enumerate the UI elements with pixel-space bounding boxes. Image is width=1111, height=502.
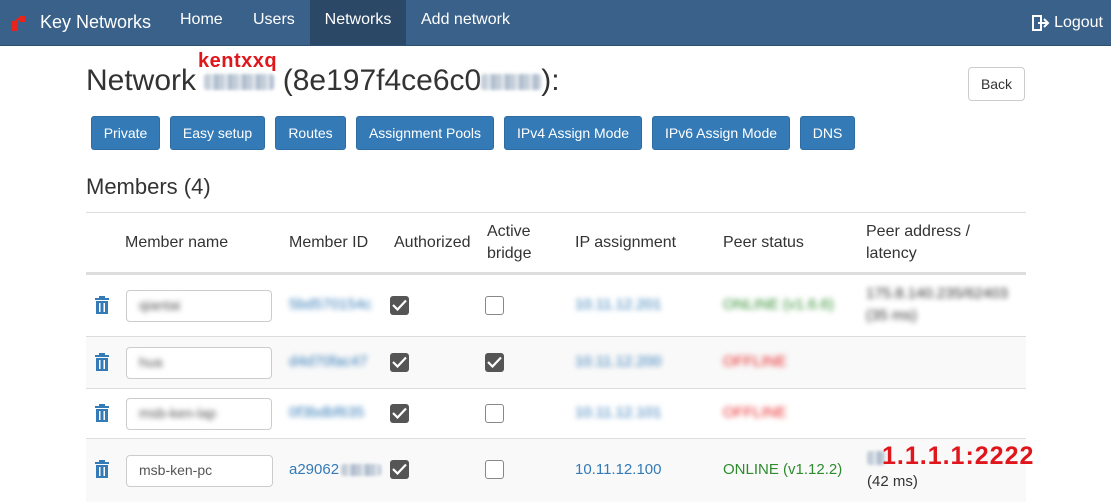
col-member-id: Member ID [289, 234, 369, 251]
trash-icon[interactable] [94, 460, 110, 478]
back-button[interactable]: Back [968, 67, 1025, 101]
peer-latency: (42 ms) [867, 473, 918, 490]
active-bridge-checkbox[interactable] [485, 460, 504, 479]
col-authorized: Authorized [394, 234, 471, 251]
routes-button[interactable]: Routes [275, 116, 346, 150]
member-name-input[interactable]: hua [126, 347, 272, 379]
peer-address: 175.8.140.235/62403 [866, 285, 1008, 302]
private-button[interactable]: Private [91, 116, 160, 150]
member-name-value: msb-ken-pc [139, 462, 213, 478]
overlay-name-annotation: kentxxq [198, 50, 278, 72]
checkmark-icon [392, 356, 407, 368]
trash-icon[interactable] [94, 353, 110, 371]
peer-status: ONLINE (v1.6.6) [723, 296, 834, 313]
col-active-bridge-2: bridge [487, 245, 532, 262]
checkmark-icon [392, 299, 407, 311]
overlay-address-annotation: 1.1.1.1:2222 [882, 442, 1035, 470]
ip-assignment-link[interactable]: 10.11.12.201 [575, 296, 661, 313]
logout-icon [1032, 14, 1050, 31]
nav-home[interactable]: Home [166, 0, 237, 45]
checkmark-icon [392, 463, 407, 475]
col-peer-address-1: Peer address / [866, 223, 971, 240]
checkmark-icon [487, 356, 502, 368]
ipv6-assign-mode-button[interactable]: IPv6 Assign Mode [652, 116, 790, 150]
easy-setup-button[interactable]: Easy setup [170, 116, 265, 150]
member-id-link[interactable]: 0f3bdbf635 [289, 404, 364, 421]
top-navbar: Key Networks Home Users Networks Add net… [0, 0, 1111, 46]
ip-assignment-link[interactable]: 10.11.12.200 [575, 353, 661, 370]
authorized-checkbox[interactable] [390, 404, 409, 423]
title-network-id: (8e197f4ce6c0 [282, 64, 482, 97]
col-ip-assignment: IP assignment [575, 234, 677, 251]
ip-assignment-link[interactable]: 10.11.12.101 [575, 404, 661, 421]
table-row: msb-ken-lap 0f3bdbf635 10.11.12.101 OFFL… [86, 388, 1026, 438]
peer-status: ONLINE (v1.12.2) [723, 461, 843, 478]
member-name-value: qiantai [139, 297, 181, 313]
trash-icon[interactable] [94, 296, 110, 314]
members-heading: Members (4) [86, 174, 211, 199]
logout-link[interactable]: Logout [1032, 0, 1103, 45]
authorized-checkbox[interactable] [390, 353, 409, 372]
member-name-input[interactable]: qiantai [126, 290, 272, 322]
assignment-pools-button[interactable]: Assignment Pools [356, 116, 494, 150]
title-suffix: ): [541, 64, 560, 97]
member-name-input[interactable]: msb-ken-pc [126, 455, 273, 487]
active-bridge-checkbox[interactable] [485, 296, 504, 315]
brand-label: Key Networks [40, 12, 152, 32]
redacted-id [341, 464, 382, 477]
title-prefix: Network [86, 64, 197, 97]
redacted-network-name [204, 74, 275, 91]
member-id-value: a29062 [289, 461, 340, 478]
active-bridge-checkbox[interactable] [485, 404, 504, 423]
table-row: hua d4d70fac47 10.11.12.200 OFFLINE [86, 336, 1026, 388]
peer-status: OFFLINE [723, 404, 787, 421]
redacted-id-suffix [481, 74, 542, 91]
trash-icon[interactable] [94, 404, 110, 422]
nav-users[interactable]: Users [239, 0, 309, 45]
peer-status: OFFLINE [723, 353, 787, 370]
peer-latency: (35 ms) [866, 307, 917, 324]
col-member-name: Member name [125, 234, 229, 251]
col-peer-address-2: latency [866, 245, 917, 262]
authorized-checkbox[interactable] [390, 460, 409, 479]
nav-networks[interactable]: Networks [310, 0, 406, 45]
member-name-value: hua [139, 354, 163, 370]
ip-assignment-link[interactable]: 10.11.12.100 [575, 461, 661, 478]
logo-icon [12, 15, 25, 31]
col-peer-status: Peer status [723, 234, 804, 251]
active-bridge-checkbox[interactable] [485, 353, 504, 372]
brand[interactable]: Key Networks [10, 0, 151, 45]
ipv4-assign-mode-button[interactable]: IPv4 Assign Mode [504, 116, 642, 150]
member-id-link[interactable]: a29062 [289, 461, 382, 478]
nav-add-network[interactable]: Add network [407, 0, 524, 45]
dns-button[interactable]: DNS [800, 116, 855, 150]
page-title: Network (8e197f4ce6c0): [86, 62, 560, 100]
members-table-header: Member name Member ID Authorized Active … [86, 212, 1026, 274]
member-name-input[interactable]: msb-ken-lap [126, 398, 272, 430]
member-id-link[interactable]: d4d70fac47 [289, 353, 367, 370]
logout-label: Logout [1054, 13, 1103, 31]
col-active-bridge-1: Active [487, 223, 531, 240]
checkmark-icon [392, 407, 407, 419]
authorized-checkbox[interactable] [390, 296, 409, 315]
member-id-link[interactable]: 5bd570154c [289, 296, 372, 313]
table-row: qiantai 5bd570154c 10.11.12.201 ONLINE (… [86, 274, 1026, 336]
member-name-value: msb-ken-lap [139, 405, 217, 421]
